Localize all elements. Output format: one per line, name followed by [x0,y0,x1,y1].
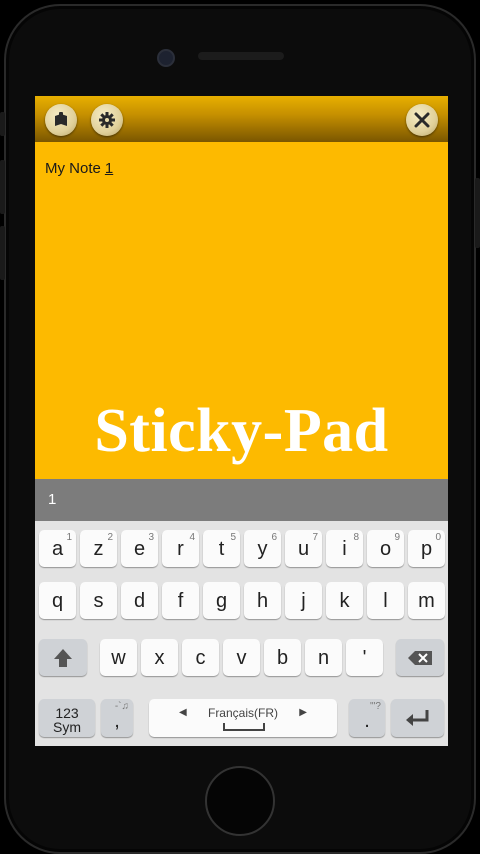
note-prefix: My Note [45,160,101,177]
key-e[interactable]: 3e [121,530,158,567]
notepad-button[interactable] [45,104,77,136]
settings-button[interactable] [91,104,123,136]
shift-key[interactable] [39,639,87,676]
note-number: 1 [104,160,114,177]
key-s[interactable]: s [80,582,117,619]
space-bar-icon [223,723,265,731]
close-icon [414,112,430,128]
key-n[interactable]: n [305,639,342,676]
key-d[interactable]: d [121,582,158,619]
side-button [475,178,480,248]
backspace-key[interactable] [396,639,444,676]
key-f[interactable]: f [162,582,199,619]
side-button [0,226,5,280]
earpiece-speaker [198,52,284,60]
enter-icon [406,710,429,726]
note-text[interactable]: My Note 1 [45,160,113,177]
key-u[interactable]: 7u [285,530,322,567]
side-button [0,112,5,136]
enter-key[interactable] [391,699,444,737]
space-key[interactable]: ◀ Français(FR) ▶ [149,699,337,737]
period-key[interactable]: "'? . [349,699,385,737]
key-k[interactable]: k [326,582,363,619]
symbols-key[interactable]: 123 Sym [39,699,95,737]
soft-keyboard: 1a 2z 3e 4r 5t 6y 7u 8i 9o 0p q s d f g … [35,521,448,746]
key-w[interactable]: w [100,639,137,676]
app-screen: My Note 1 Sticky-Pad 1 1a 2z 3e 4r 5t 6y … [35,96,448,746]
key-x[interactable]: x [141,639,178,676]
key-g[interactable]: g [203,582,240,619]
side-button [0,160,5,214]
front-camera [157,49,175,67]
gear-icon [99,112,115,128]
key-o[interactable]: 9o [367,530,404,567]
key-a[interactable]: 1a [39,530,76,567]
toolbar [35,96,448,142]
arrow-right-icon: ▶ [299,707,307,718]
comma-key[interactable]: -`♫ , [101,699,133,737]
key-i[interactable]: 8i [326,530,363,567]
suggestion-item[interactable]: 1 [48,491,56,508]
key-j[interactable]: j [285,582,322,619]
key-c[interactable]: c [182,639,219,676]
key-p[interactable]: 0p [408,530,445,567]
close-button[interactable] [406,104,438,136]
backspace-icon [408,651,432,665]
shift-icon [54,649,72,667]
notepad-icon [55,112,67,126]
key-h[interactable]: h [244,582,281,619]
key-b[interactable]: b [264,639,301,676]
key-q[interactable]: q [39,582,76,619]
key-y[interactable]: 6y [244,530,281,567]
home-button[interactable] [205,766,275,836]
key-apostrophe[interactable]: ' [346,639,383,676]
key-l[interactable]: l [367,582,404,619]
key-v[interactable]: v [223,639,260,676]
key-t[interactable]: 5t [203,530,240,567]
key-r[interactable]: 4r [162,530,199,567]
key-m[interactable]: m [408,582,445,619]
key-z[interactable]: 2z [80,530,117,567]
suggestion-bar: 1 [35,479,448,521]
brand-watermark: Sticky-Pad [94,397,389,465]
